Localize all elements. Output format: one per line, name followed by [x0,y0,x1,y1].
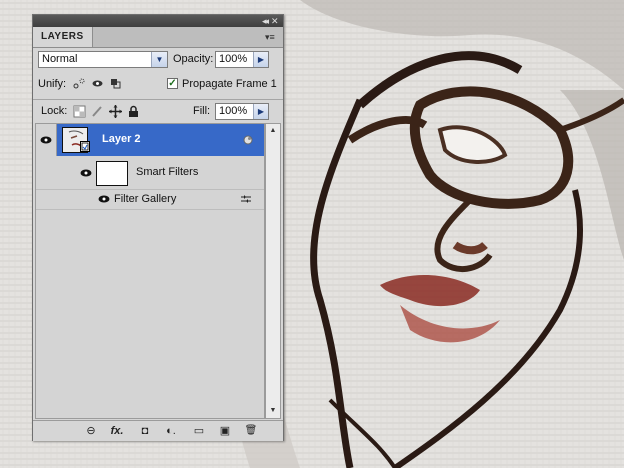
unify-row: Unify: ✓ Propagate Frame 1 [33,73,283,97]
opacity-label: Opacity: [173,53,214,65]
close-icon[interactable]: ✕ [271,17,279,26]
lock-row: Lock: Fill: 100% ▶ [33,99,283,124]
panel-bottom-bar: ⊖ fx. ◘ ◐. ▭ ▣ 🗑 [33,420,283,441]
panel-tab-row: LAYERS ▾≡ [33,27,283,48]
delete-layer-icon[interactable]: 🗑 [243,424,259,438]
filter-row-filter-gallery[interactable]: Filter Gallery [36,190,264,210]
tab-layers[interactable]: LAYERS [33,27,93,47]
scroll-down-icon[interactable]: ▼ [266,404,280,418]
fill-value: 100% [219,105,248,117]
layers-panel: ◂◂ ✕ LAYERS ▾≡ Normal ▼ Opacity: 100% ▶ … [32,14,284,441]
blend-mode-value: Normal [42,53,78,65]
smart-object-icon [80,141,90,152]
blend-mode-select[interactable]: Normal ▼ [38,51,168,68]
fx-icon[interactable]: fx. [109,424,125,438]
lock-transparency-icon[interactable] [73,105,86,118]
smart-filters-label: Smart Filters [136,166,199,178]
lock-position-icon[interactable] [109,105,122,118]
smart-filter-mask-thumbnail[interactable] [96,161,128,186]
opacity-value: 100% [219,53,248,65]
layer-list: Layer 2 Smart Filters Filter Gallery [35,123,265,419]
unify-label: Unify: [38,78,67,90]
fill-slider-arrow-icon[interactable]: ▶ [253,104,268,119]
blend-row: Normal ▼ Opacity: 100% ▶ [33,48,283,72]
new-layer-icon[interactable]: ▣ [217,424,233,438]
layer-list-scrollbar[interactable]: ▲ ▼ [265,123,281,419]
blending-options-icon[interactable] [240,194,252,204]
unify-position-icon[interactable] [73,77,86,90]
link-layers-icon[interactable]: ⊖ [83,424,99,438]
fill-input[interactable]: 100% ▶ [215,103,269,120]
unify-visibility-icon[interactable] [91,77,104,90]
layer-name[interactable]: Layer 2 [102,133,141,145]
panel-title-bar[interactable]: ◂◂ ✕ [33,15,283,27]
layer-row-layer-2[interactable]: Layer 2 [36,124,264,156]
eye-icon[interactable] [80,169,92,177]
lock-all-icon[interactable] [127,105,140,118]
smart-filter-indicator-icon[interactable] [242,135,254,145]
chevron-down-icon[interactable]: ▼ [151,52,167,67]
scroll-up-icon[interactable]: ▲ [266,124,280,138]
add-mask-icon[interactable]: ◘ [137,424,153,438]
fill-label: Fill: [193,105,211,117]
eye-icon[interactable] [40,136,52,144]
collapse-panel-icon[interactable]: ◂◂ [262,15,269,27]
lock-label: Lock: [41,105,68,117]
smart-filters-row[interactable]: Smart Filters [36,157,264,190]
unify-style-icon[interactable] [109,77,122,90]
panel-menu-icon[interactable]: ▾≡ [265,32,277,42]
adjustment-layer-icon[interactable]: ◐. [163,424,179,438]
propagate-frame-checkbox[interactable]: ✓ [167,78,178,89]
filter-name[interactable]: Filter Gallery [114,193,176,205]
opacity-input[interactable]: 100% ▶ [215,51,269,68]
propagate-frame-label: Propagate Frame 1 [182,78,277,90]
visibility-toggle[interactable] [36,124,57,156]
opacity-slider-arrow-icon[interactable]: ▶ [253,52,268,67]
new-group-icon[interactable]: ▭ [191,424,207,438]
eye-icon[interactable] [98,195,110,203]
lock-pixels-icon[interactable] [91,105,104,118]
